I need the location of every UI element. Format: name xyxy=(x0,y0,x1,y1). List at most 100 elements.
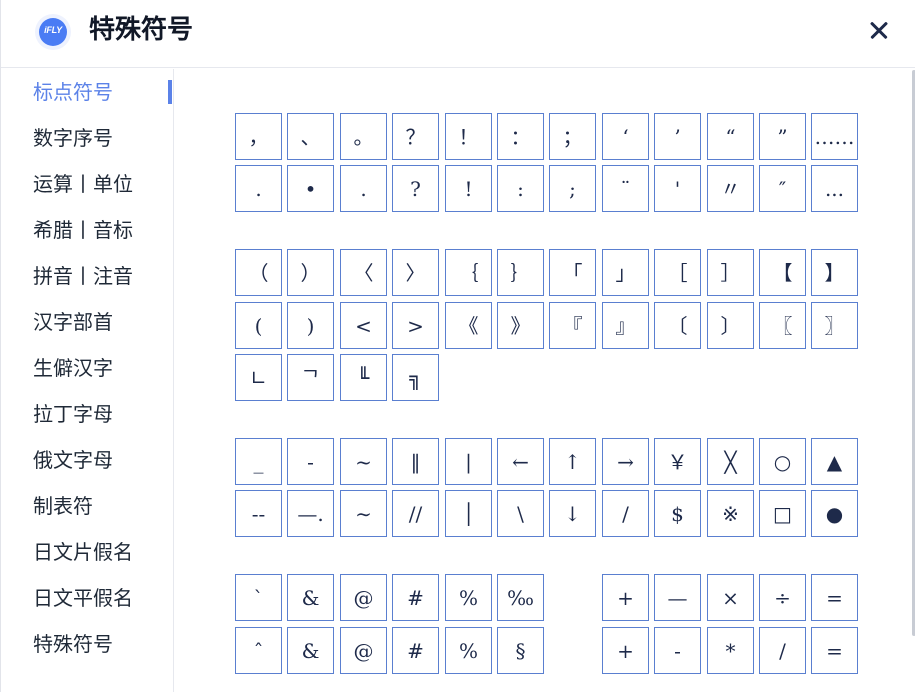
symbol-key[interactable]: 」 xyxy=(602,249,649,296)
sidebar-item-special[interactable]: 特殊符号 xyxy=(33,631,113,657)
symbol-key[interactable]: | xyxy=(445,438,492,485)
symbol-key[interactable]: ‰ xyxy=(497,574,544,621)
symbol-key[interactable]: 〕 xyxy=(707,302,754,349)
symbol-key[interactable]: / xyxy=(759,627,806,674)
symbol-key[interactable]: ； xyxy=(549,113,596,160)
symbol-key[interactable]: = xyxy=(811,574,858,621)
symbol-key[interactable]: _ xyxy=(235,438,282,485)
symbol-key[interactable]: × xyxy=(707,574,754,621)
symbol-key[interactable]: ※ xyxy=(707,490,754,537)
sidebar-item-number-sequence[interactable]: 数字序号 xyxy=(33,125,113,151)
symbol-key[interactable]: § xyxy=(497,627,544,674)
symbol-key[interactable]: = xyxy=(811,627,858,674)
symbol-key[interactable]: ╳ xyxy=(707,438,754,485)
symbol-key[interactable]: ᄀ xyxy=(287,354,334,401)
symbol-key[interactable]: ╗ xyxy=(392,354,439,401)
sidebar-item-greek-phonetic[interactable]: 希腊丨音标 xyxy=(33,217,133,243)
symbol-key[interactable]: ` xyxy=(235,574,282,621)
close-icon[interactable] xyxy=(865,16,893,44)
symbol-key[interactable]: 〔 xyxy=(654,302,701,349)
symbol-key[interactable]: （ xyxy=(235,249,282,296)
symbol-key[interactable]: - xyxy=(287,438,334,485)
symbol-key[interactable]: 〃 xyxy=(707,165,754,212)
symbol-key[interactable]: # xyxy=(392,627,439,674)
symbol-key[interactable]: □ xyxy=(759,490,806,537)
symbol-key[interactable]: @ xyxy=(340,627,387,674)
symbol-key[interactable]: 【 xyxy=(759,249,806,296)
symbol-key[interactable]: ｝ xyxy=(497,249,544,296)
symbol-key[interactable]: + xyxy=(602,574,649,621)
symbol-key[interactable]: ］ xyxy=(707,249,754,296)
symbol-key[interactable]: ; xyxy=(549,165,596,212)
symbol-key[interactable]: ↓ xyxy=(549,490,596,537)
symbol-key[interactable]: 』 xyxy=(602,302,649,349)
symbol-key[interactable]: ↑ xyxy=(549,438,596,485)
symbol-key[interactable]: $ xyxy=(654,490,701,537)
symbol-key[interactable]: ！ xyxy=(445,113,492,160)
symbol-key[interactable]: . xyxy=(340,165,387,212)
symbol-key[interactable]: % xyxy=(445,574,492,621)
symbol-key[interactable]: # xyxy=(392,574,439,621)
symbol-key[interactable]: 〉 xyxy=(392,249,439,296)
symbol-key[interactable]: & xyxy=(287,627,334,674)
sidebar-item-katakana[interactable]: 日文片假名 xyxy=(33,539,133,565)
symbol-key[interactable]: ▲ xyxy=(811,438,858,485)
symbol-key[interactable]: / xyxy=(602,490,649,537)
symbol-key[interactable]: …… xyxy=(811,113,858,160)
sidebar-item-rare-chars[interactable]: 生僻汉字 xyxy=(33,355,113,381)
sidebar-item-math-units[interactable]: 运算丨单位 xyxy=(33,171,133,197)
symbol-key[interactable]: % xyxy=(445,627,492,674)
symbol-key[interactable]: ... xyxy=(811,165,858,212)
symbol-key[interactable]: → xyxy=(602,438,649,485)
symbol-key[interactable]: “ xyxy=(707,113,754,160)
symbol-key[interactable]: @ xyxy=(340,574,387,621)
symbol-key[interactable]: ： xyxy=(497,113,544,160)
symbol-key[interactable]: ） xyxy=(287,249,334,296)
symbol-key[interactable]: 「 xyxy=(549,249,596,296)
symbol-key[interactable]: 《 xyxy=(445,302,492,349)
symbol-key[interactable]: 】 xyxy=(811,249,858,296)
symbol-key[interactable]: 》 xyxy=(497,302,544,349)
symbol-key[interactable]: ∟ xyxy=(235,354,282,401)
sidebar-item-punctuation[interactable]: 标点符号 xyxy=(33,79,113,105)
symbol-key[interactable]: ″ xyxy=(759,165,806,212)
symbol-key[interactable]: ， xyxy=(235,113,282,160)
symbol-key[interactable]: * xyxy=(707,627,754,674)
symbol-key[interactable]: ? xyxy=(392,165,439,212)
symbol-key[interactable]: 『 xyxy=(549,302,596,349)
symbol-key[interactable]: & xyxy=(287,574,334,621)
symbol-key[interactable]: ○ xyxy=(759,438,806,485)
symbol-key[interactable]: ( xyxy=(235,302,282,349)
symbol-key[interactable]: - xyxy=(654,627,701,674)
sidebar-item-hiragana[interactable]: 日文平假名 xyxy=(33,585,133,611)
symbol-key[interactable]: │ xyxy=(445,490,492,537)
symbol-key[interactable]: 〗 xyxy=(811,302,858,349)
symbol-key[interactable]: 〖 xyxy=(759,302,806,349)
symbol-key[interactable]: \ xyxy=(497,490,544,537)
symbol-key[interactable]: ” xyxy=(759,113,806,160)
sidebar-item-radicals[interactable]: 汉字部首 xyxy=(33,309,113,335)
symbol-key[interactable]: • xyxy=(287,165,334,212)
symbol-key[interactable]: ÷ xyxy=(759,574,806,621)
symbol-key[interactable]: ∼ xyxy=(340,490,387,537)
symbol-key[interactable]: ｛ xyxy=(445,249,492,296)
symbol-key[interactable]: ' xyxy=(654,165,701,212)
symbol-key[interactable]: -- xyxy=(235,490,282,537)
symbol-key[interactable]: ‘ xyxy=(602,113,649,160)
symbol-key[interactable]: 〈 xyxy=(340,249,387,296)
symbol-key[interactable]: ’ xyxy=(654,113,701,160)
sidebar-item-cyrillic[interactable]: 俄文字母 xyxy=(33,447,113,473)
symbol-key[interactable]: ← xyxy=(497,438,544,485)
symbol-key[interactable]: ! xyxy=(445,165,492,212)
symbol-key[interactable]: ￥ xyxy=(654,438,701,485)
symbol-key[interactable]: 。 xyxy=(340,113,387,160)
symbol-key[interactable]: ● xyxy=(811,490,858,537)
symbol-key[interactable]: 、 xyxy=(287,113,334,160)
symbol-key[interactable]: // xyxy=(392,490,439,537)
symbol-key[interactable]: . xyxy=(235,165,282,212)
symbol-key[interactable]: : xyxy=(497,165,544,212)
symbol-key[interactable]: —. xyxy=(287,490,334,537)
symbol-key[interactable]: ？ xyxy=(392,113,439,160)
symbol-key[interactable]: — xyxy=(654,574,701,621)
symbol-key[interactable]: ˆ xyxy=(235,627,282,674)
